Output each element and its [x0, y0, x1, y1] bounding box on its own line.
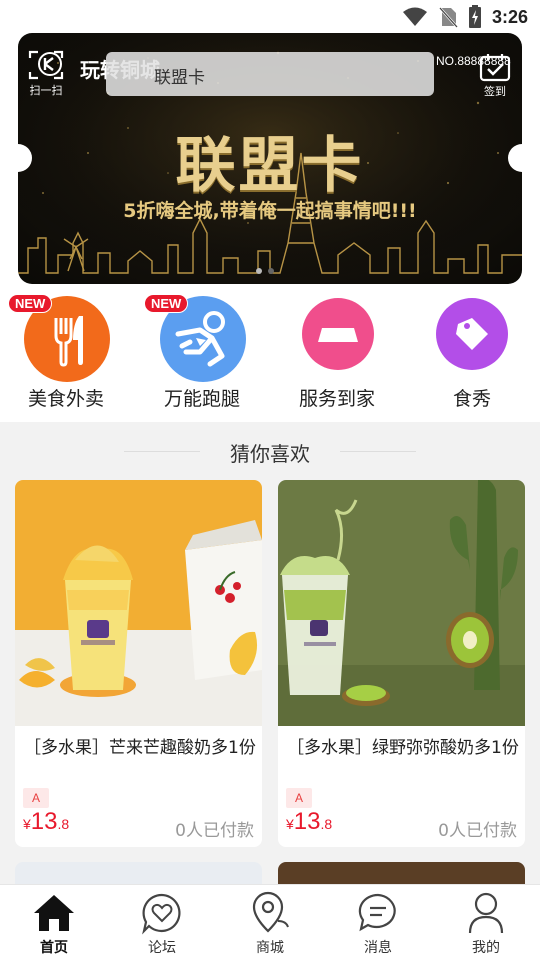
- calendar-check-icon: [479, 54, 511, 82]
- category-label: 服务到家: [298, 388, 375, 410]
- category-circle: [436, 298, 508, 370]
- category-label: 食秀: [452, 388, 491, 410]
- scan-icon: [28, 50, 64, 80]
- home-service-icon: [318, 328, 358, 342]
- new-badge: NEW: [144, 294, 189, 313]
- wifi-icon: [402, 7, 427, 26]
- nav-label: 我的: [472, 940, 500, 956]
- price-integer: 13: [293, 808, 321, 835]
- banner-notch-left: [4, 144, 32, 172]
- nav-mall[interactable]: 商城: [216, 891, 324, 957]
- signin-label: 签到: [484, 85, 506, 98]
- price-integer: 13: [30, 808, 58, 835]
- scan-label: 扫一扫: [29, 84, 63, 97]
- forum-heart-icon: [142, 893, 181, 935]
- nav-label: 论坛: [148, 940, 176, 956]
- map-pin-icon: [252, 891, 289, 933]
- message-icon: [358, 893, 396, 932]
- status-time: 3:26: [491, 6, 528, 27]
- banner-title: 联盟卡: [175, 131, 365, 201]
- section-divider-right: [340, 451, 416, 452]
- category-circle: [302, 298, 374, 370]
- product-card[interactable]: ［多水果］芒来芒趣酸奶多1份 A ¥13.8 0人已付款: [15, 480, 262, 847]
- search-placeholder: 联盟卡: [154, 68, 205, 88]
- bottom-nav: 首页 论坛 商城 消息 我的: [0, 884, 540, 960]
- nav-messages[interactable]: 消息: [324, 891, 432, 957]
- category-home-service[interactable]: 服务到家: [287, 296, 387, 411]
- status-bar: 3:26: [0, 0, 540, 34]
- price-currency: ¥: [23, 816, 31, 832]
- nav-label: 首页: [40, 940, 68, 956]
- product-tag: A: [23, 788, 49, 808]
- signin-button[interactable]: 签到: [478, 52, 512, 98]
- home-icon: [34, 895, 74, 931]
- section-title: 猜你喜欢: [230, 442, 310, 466]
- category-errand[interactable]: NEW 万能跑腿: [144, 294, 252, 411]
- product-price: ¥13.8: [23, 808, 69, 836]
- nav-label: 消息: [364, 940, 392, 956]
- banner-pagination: [256, 268, 274, 274]
- banner-subtitle: 5折嗨全城,带着俺一起搞事情吧!!!: [123, 200, 417, 222]
- banner-notch-right: [508, 144, 536, 172]
- category-label: 万能跑腿: [163, 388, 240, 410]
- product-sold-count: 0人已付款: [175, 821, 254, 841]
- search-input[interactable]: 联盟卡: [106, 52, 434, 96]
- new-badge: NEW: [8, 294, 53, 313]
- price-decimal: .8: [57, 816, 70, 832]
- tag-icon: [456, 318, 488, 350]
- category-food-delivery[interactable]: NEW 美食外卖: [8, 294, 116, 411]
- nav-forum[interactable]: 论坛: [108, 891, 216, 957]
- product-name: ［多水果］绿野弥弥酸奶多1份: [287, 738, 519, 758]
- product-sold-count: 0人已付款: [438, 821, 517, 841]
- product-image-kiwi: [278, 480, 525, 726]
- price-currency: ¥: [286, 816, 294, 832]
- profile-icon: [468, 892, 504, 934]
- price-decimal: .8: [320, 816, 333, 832]
- banner-dot[interactable]: [256, 268, 262, 274]
- nav-profile[interactable]: 我的: [432, 891, 540, 957]
- category-food-show[interactable]: 食秀: [422, 296, 522, 411]
- banner-dot[interactable]: [268, 268, 274, 274]
- scan-button[interactable]: 扫一扫: [26, 48, 66, 97]
- no-sim-icon: [439, 7, 458, 28]
- product-card[interactable]: ［多水果］绿野弥弥酸奶多1份 A ¥13.8 0人已付款: [278, 480, 525, 847]
- product-name: ［多水果］芒来芒趣酸奶多1份: [24, 738, 256, 758]
- nav-home[interactable]: 首页: [0, 891, 108, 957]
- category-label: 美食外卖: [27, 388, 104, 410]
- product-price: ¥13.8: [286, 808, 332, 836]
- battery-charging-icon: [468, 5, 481, 28]
- product-tag: A: [286, 788, 312, 808]
- nav-label: 商城: [256, 940, 284, 956]
- product-image-mango: [15, 480, 262, 726]
